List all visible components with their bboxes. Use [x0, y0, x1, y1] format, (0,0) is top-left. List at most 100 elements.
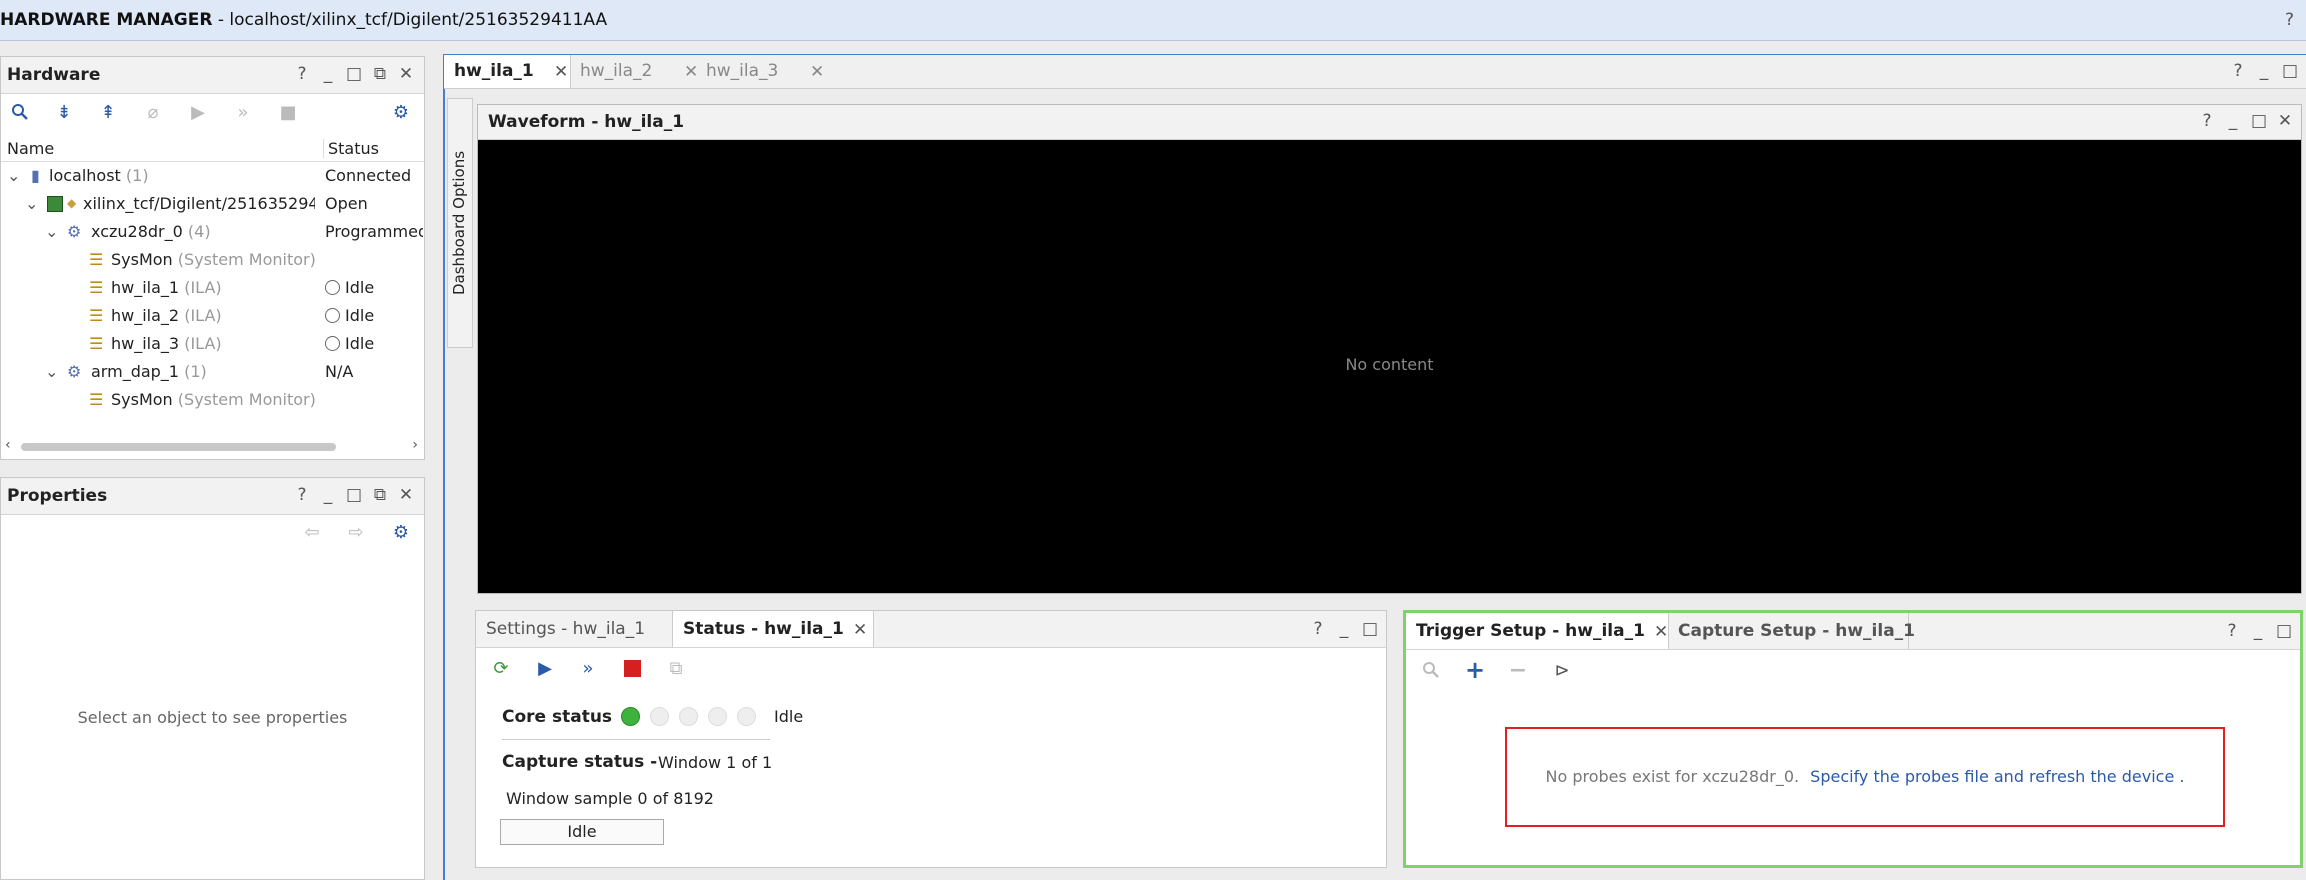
hardware-panel-header: Hardware ? _ □ ⧉ ✕	[1, 57, 424, 94]
status-inactive-icon	[650, 707, 669, 726]
tab-capture-setup[interactable]: Capture Setup - hw_ila_1	[1668, 613, 1915, 649]
chevron-down-icon[interactable]: ⌄	[45, 222, 58, 241]
gear-icon[interactable]: ⚙	[390, 521, 412, 543]
close-icon[interactable]: ✕	[398, 64, 414, 84]
waveform-window-controls: ? _ □ ✕	[2199, 111, 2293, 131]
close-icon[interactable]: ✕	[853, 620, 867, 640]
collapse-all-icon[interactable]: ⇟	[53, 101, 75, 123]
tree-status: Open	[325, 194, 368, 213]
waveform-panel: Waveform - hw_ila_1 ? _ □ ✕ No content	[477, 104, 2302, 594]
board-icon	[47, 196, 63, 212]
refresh-icon[interactable]: ⟳	[490, 657, 512, 679]
tree-row-ila[interactable]: ☰ hw_ila_2 (ILA) Idle	[1, 301, 424, 329]
help-icon[interactable]: ?	[294, 64, 310, 84]
help-icon[interactable]: ?	[2199, 111, 2215, 131]
float-icon[interactable]: ⧉	[372, 64, 388, 84]
help-icon[interactable]: ?	[2224, 621, 2240, 641]
chevron-down-icon[interactable]: ⌄	[25, 194, 38, 213]
tree-row-arm-dap[interactable]: ⌄ ⚙ arm_dap_1 (1) N/A	[1, 357, 424, 385]
hardware-panel-window-controls: ? _ □ ⧉ ✕	[294, 64, 414, 84]
tree-status: N/A	[325, 362, 354, 381]
idle-status-icon	[325, 280, 340, 295]
maximize-icon[interactable]: □	[2276, 621, 2292, 641]
search-icon	[1420, 659, 1442, 681]
tree-row-ila[interactable]: ☰ hw_ila_1 (ILA) Idle	[1, 273, 424, 301]
tree-sublabel: (1)	[184, 362, 207, 381]
tree-label: hw_ila_1	[111, 278, 180, 297]
run-trigger-icon[interactable]: ▶	[534, 657, 556, 679]
tab-trigger-setup[interactable]: Trigger Setup - hw_ila_1 ✕	[1406, 613, 1669, 649]
hardware-tree-header: Name Status	[1, 135, 424, 162]
add-probe-icon[interactable]: +	[1464, 656, 1486, 684]
message-text: No probes exist for xczu28dr_0.	[1545, 767, 1800, 786]
tree-sublabel: (ILA)	[184, 306, 222, 325]
maximize-icon[interactable]: □	[1362, 619, 1378, 639]
window-sample-text: Window sample 0 of 8192	[506, 789, 714, 808]
scroll-right-icon[interactable]: ›	[412, 437, 418, 453]
maximize-icon[interactable]: □	[2282, 61, 2298, 81]
minimize-icon[interactable]: _	[320, 485, 336, 505]
tree-row-device[interactable]: ⌄ ⚙ xczu28dr_0 (4) Programmed	[1, 217, 424, 245]
close-icon[interactable]: ✕	[554, 62, 568, 82]
tree-status: Idle	[345, 278, 375, 297]
help-icon[interactable]: ?	[1310, 619, 1326, 639]
minimize-icon[interactable]: _	[1336, 619, 1352, 639]
maximize-icon[interactable]: □	[2251, 111, 2267, 131]
trigger-panel-window-controls: ? _ □	[2224, 621, 2292, 641]
tree-row-target[interactable]: ⌄ ◆ xilinx_tcf/Digilent/25163529411 Open	[1, 189, 424, 217]
tab-hw-ila-1[interactable]: hw_ila_1 ✕	[444, 55, 571, 88]
minimize-icon[interactable]: _	[320, 64, 336, 84]
core-status-indicators	[621, 707, 766, 727]
close-icon[interactable]: ✕	[1654, 622, 1668, 642]
close-icon[interactable]: ✕	[398, 485, 414, 505]
chevron-down-icon[interactable]: ⌄	[7, 166, 20, 185]
trigger-toolbar: + − ⊳	[1406, 653, 2300, 689]
tab-hw-ila-3[interactable]: hw_ila_3 ✕	[696, 55, 824, 88]
debug-core-icon: ☰	[89, 334, 104, 353]
run-immediate-icon[interactable]: »	[577, 657, 599, 679]
maximize-icon[interactable]: □	[346, 485, 362, 505]
stop-icon[interactable]	[621, 657, 643, 679]
tree-status: Connected	[325, 166, 412, 185]
expand-all-icon[interactable]: ⇞	[97, 101, 119, 123]
trigger-condition-icon[interactable]: ⊳	[1551, 659, 1573, 681]
search-icon[interactable]	[9, 101, 31, 123]
tab-status[interactable]: Status - hw_ila_1 ✕	[672, 611, 874, 647]
horizontal-scrollbar[interactable]: ‹ ›	[1, 437, 424, 457]
idle-status-icon	[325, 308, 340, 323]
help-icon[interactable]: ?	[2230, 61, 2246, 81]
debug-core-icon: ☰	[89, 278, 104, 297]
close-icon[interactable]: ✕	[810, 62, 824, 82]
minimize-icon[interactable]: _	[2256, 61, 2272, 81]
message-period: .	[2179, 767, 2185, 786]
debug-core-icon: ☰	[89, 250, 104, 269]
minimize-icon[interactable]: _	[2225, 111, 2241, 131]
hardware-toolbar: ⇟ ⇞ ⌀ ▶ » ■ ⚙	[1, 95, 424, 131]
help-icon[interactable]: ?	[2285, 10, 2294, 30]
float-icon[interactable]: ⧉	[372, 485, 388, 505]
tab-label: hw_ila_3	[706, 61, 779, 81]
capture-status-value: Window 1 of 1	[658, 753, 773, 772]
capture-progress-idle: Idle	[500, 819, 664, 845]
help-icon[interactable]: ?	[294, 485, 310, 505]
back-arrow-icon: ⇦	[304, 521, 320, 543]
scroll-left-icon[interactable]: ‹	[5, 437, 11, 453]
specify-probes-link[interactable]: Specify the probes file and refresh the …	[1810, 767, 2174, 786]
tree-sublabel: (System Monitor)	[177, 390, 316, 409]
minimize-icon[interactable]: _	[2250, 621, 2266, 641]
chevron-down-icon[interactable]: ⌄	[45, 362, 58, 381]
tree-row-sysmon[interactable]: ☰ SysMon (System Monitor)	[1, 245, 424, 273]
close-icon[interactable]: ✕	[2277, 111, 2293, 131]
tree-row-sysmon[interactable]: ☰ SysMon (System Monitor)	[1, 385, 424, 413]
scrollbar-thumb[interactable]	[21, 443, 336, 451]
tree-row-localhost[interactable]: ⌄ ▮ localhost (1) Connected	[1, 161, 424, 189]
tab-settings[interactable]: Settings - hw_ila_1	[476, 611, 672, 647]
maximize-icon[interactable]: □	[346, 64, 362, 84]
tree-row-ila[interactable]: ☰ hw_ila_3 (ILA) Idle	[1, 329, 424, 357]
status-toolbar: ⟳ ▶ » ⧉	[476, 651, 1386, 687]
waveform-empty-message: No content	[1345, 355, 1434, 374]
dashboard-options-tab[interactable]: Dashboard Options	[447, 98, 473, 348]
gear-icon[interactable]: ⚙	[390, 101, 412, 123]
hardware-panel: Hardware ? _ □ ⧉ ✕ ⇟ ⇞ ⌀ ▶ » ■ ⚙ Name St…	[0, 56, 425, 460]
tab-hw-ila-2[interactable]: hw_ila_2 ✕	[570, 55, 698, 88]
